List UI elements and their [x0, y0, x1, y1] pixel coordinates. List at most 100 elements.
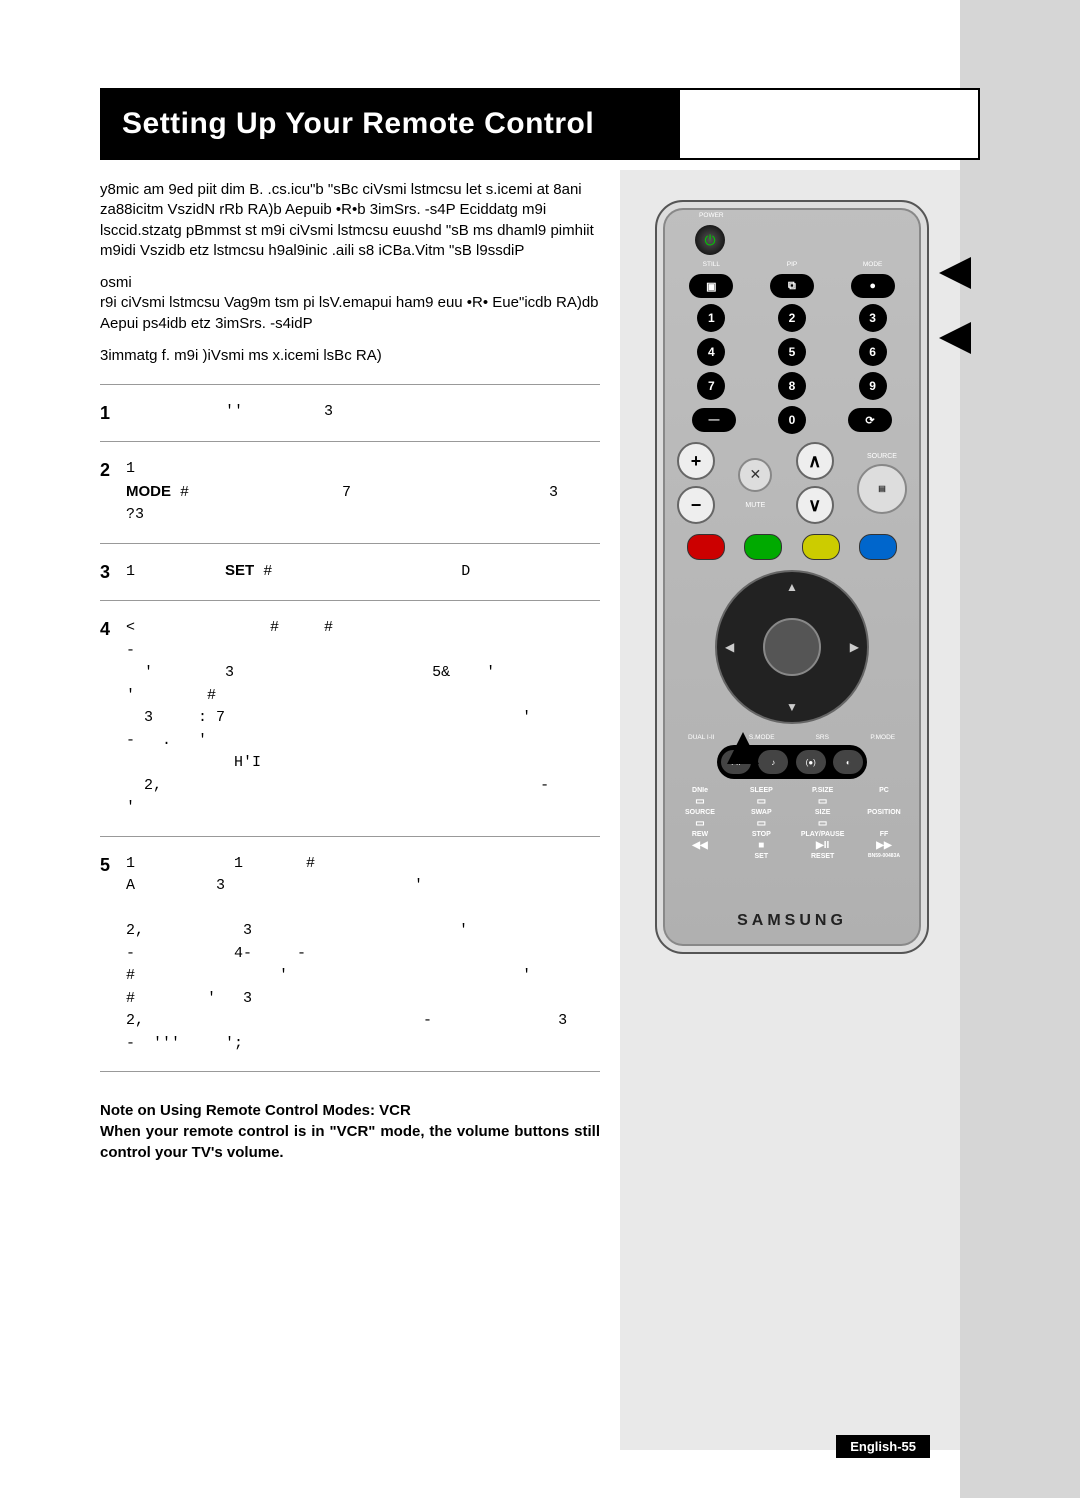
remote-illustration: POWER ⏻ STILL PIP MODE ▣ ⧉ ● 1 2 3	[655, 200, 925, 950]
pmode-button[interactable]: ◐	[833, 750, 863, 774]
divider	[100, 1071, 600, 1072]
pip-label: PIP	[770, 261, 814, 268]
step-number: 1	[100, 401, 126, 425]
rew-button[interactable]: ◀◀	[675, 840, 725, 851]
power-label: POWER	[689, 212, 733, 219]
step-3: 3 1 SET # D	[100, 552, 600, 592]
pre-ch-button[interactable]: ⟳	[848, 408, 892, 432]
dpad-right-button[interactable]: ▶	[850, 640, 859, 654]
mode-label: MODE	[851, 261, 895, 268]
mode-button[interactable]: ●	[851, 274, 895, 298]
position-label: POSITION	[859, 809, 909, 816]
yellow-button[interactable]	[802, 534, 840, 560]
position-button[interactable]	[859, 818, 909, 829]
size-button[interactable]: ▭	[798, 818, 848, 829]
source2-button[interactable]: ▭	[675, 818, 725, 829]
divider	[100, 836, 600, 837]
ff-button[interactable]: ▶▶	[859, 840, 909, 851]
red-button[interactable]	[687, 534, 725, 560]
swap-label: SWAP	[736, 809, 786, 816]
playpause-label: PLAY/PAUSE	[798, 831, 848, 838]
dpad-enter-button[interactable]	[763, 618, 821, 676]
channel-down-button[interactable]: ∨	[796, 486, 834, 524]
page-edge-strip	[960, 0, 1080, 1498]
set-label: SET	[736, 853, 786, 860]
num-4-button[interactable]: 4	[697, 338, 725, 366]
set-label: SET	[225, 562, 254, 579]
dpad-up-button[interactable]: ▲	[786, 580, 798, 594]
num-6-button[interactable]: 6	[859, 338, 887, 366]
step-number: 4	[100, 617, 126, 641]
page-title: Setting Up Your Remote Control	[102, 90, 680, 158]
model-label: BN59-00483A	[859, 853, 909, 860]
callout-arrow-icon	[939, 322, 971, 354]
volume-up-button[interactable]: +	[677, 442, 715, 480]
size-label: SIZE	[798, 809, 848, 816]
intro-paragraph-3: 3immatg f. m9i )iVsmi ms x.icemi lsBc RA…	[100, 346, 600, 366]
channel-up-button[interactable]: ∧	[796, 442, 834, 480]
volume-down-button[interactable]: −	[677, 486, 715, 524]
divider	[100, 441, 600, 442]
num-0-button[interactable]: 0	[778, 406, 806, 434]
playpause-button[interactable]: ▶II	[798, 840, 848, 851]
num-1-button[interactable]: 1	[697, 304, 725, 332]
srs-label: SRS	[800, 734, 844, 741]
rew-label: REW	[675, 831, 725, 838]
sleep-button[interactable]: ▭	[736, 796, 786, 807]
step-4: 4 < # # - ' 3 5& ' ' # 3 : 7 ' - . '	[100, 609, 600, 828]
pc-button[interactable]	[859, 796, 909, 807]
note-block: Note on Using Remote Control Modes: VCR …	[100, 1100, 600, 1163]
sleep-label: SLEEP	[736, 787, 786, 794]
source2-label: SOURCE	[675, 809, 725, 816]
dpad-ring: ▲ ▼ ◀ ▶	[715, 570, 869, 724]
blue-button[interactable]	[859, 534, 897, 560]
num-7-button[interactable]: 7	[697, 372, 725, 400]
swap-button[interactable]: ▭	[736, 818, 786, 829]
step-text: '' 3	[126, 401, 600, 424]
intro-paragraph-1: y8mic am 9ed piit dim B. .cs.icu"b "sBc …	[100, 180, 600, 261]
pip-button[interactable]: ⧉	[770, 274, 814, 298]
psize-button[interactable]: ▭	[798, 796, 848, 807]
step-text: < # # - ' 3 5& ' ' # 3 : 7 ' - . '	[126, 617, 600, 820]
num-9-button[interactable]: 9	[859, 372, 887, 400]
ff-label: FF	[859, 831, 909, 838]
dash-button[interactable]: —	[692, 408, 736, 432]
step-text: 1 1 # A 3 ' 2, 3 ' - 4- - # ' ' # ' 3	[126, 853, 600, 1056]
callout-arrow-icon	[727, 732, 759, 764]
dnie-button[interactable]: ▭	[675, 796, 725, 807]
step-number: 5	[100, 853, 126, 877]
still-button[interactable]: ▣	[689, 274, 733, 298]
step-5: 5 1 1 # A 3 ' 2, 3 ' - 4- - # ' ' #	[100, 845, 600, 1064]
num-5-button[interactable]: 5	[778, 338, 806, 366]
page-number-label: English-55	[836, 1435, 930, 1458]
dpad-down-button[interactable]: ▼	[786, 700, 798, 714]
power-button[interactable]: ⏻	[695, 225, 725, 255]
dpad-left-button[interactable]: ◀	[725, 640, 734, 654]
reset-label: RESET	[798, 853, 848, 860]
smode-button[interactable]: ♪	[758, 750, 788, 774]
divider	[100, 384, 600, 385]
steps-list: 1 '' 3 2 1 MODE # 7 3 ?3 3 1 SET #	[100, 393, 600, 1072]
source-button[interactable]: ▤	[857, 464, 907, 514]
srs-button[interactable]: (●)	[796, 750, 826, 774]
function-grid: DNIe SLEEP P.SIZE PC ▭ ▭ ▭ SOURCE SWAP S…	[675, 787, 909, 860]
dual-label: DUAL I-II	[679, 734, 723, 741]
num-8-button[interactable]: 8	[778, 372, 806, 400]
step-2: 2 1 MODE # 7 3 ?3	[100, 450, 600, 535]
brand-logo: SAMSUNG	[657, 912, 927, 930]
remote-body: POWER ⏻ STILL PIP MODE ▣ ⧉ ● 1 2 3	[655, 200, 929, 954]
step-1: 1 '' 3	[100, 393, 600, 433]
divider	[100, 543, 600, 544]
green-button[interactable]	[744, 534, 782, 560]
pc-label: PC	[859, 787, 909, 794]
title-container: Setting Up Your Remote Control	[100, 88, 980, 160]
still-label: STILL	[689, 261, 733, 268]
num-3-button[interactable]: 3	[859, 304, 887, 332]
mute-button[interactable]: ✕	[738, 458, 772, 492]
stop-button[interactable]: ■	[736, 840, 786, 851]
num-2-button[interactable]: 2	[778, 304, 806, 332]
step-text: 1 MODE # 7 3 ?3	[126, 458, 600, 527]
step-number: 3	[100, 560, 126, 584]
stop-label: STOP	[736, 831, 786, 838]
body-content: y8mic am 9ed piit dim B. .cs.icu"b "sBc …	[100, 180, 600, 1163]
